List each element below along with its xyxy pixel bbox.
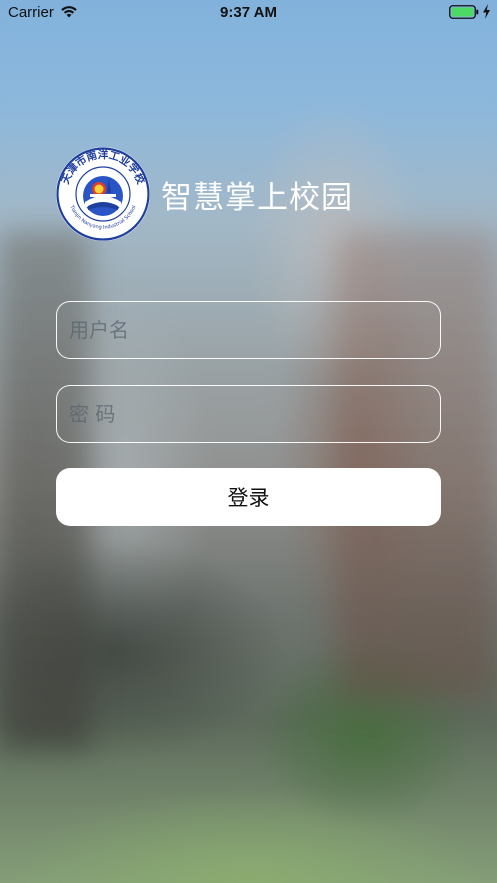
app-title: 智慧掌上校园 bbox=[161, 179, 353, 216]
password-input[interactable] bbox=[57, 386, 440, 442]
school-logo: 天津市南洋工业学校 Tianjin Nanyang Industrial Sch… bbox=[56, 147, 150, 241]
status-bar: Carrier 9:37 AM bbox=[0, 0, 497, 26]
username-input[interactable] bbox=[57, 302, 440, 358]
brand-header: 天津市南洋工业学校 Tianjin Nanyang Industrial Sch… bbox=[55, 146, 353, 242]
charging-bolt-icon bbox=[483, 4, 490, 19]
login-screen: Carrier 9:37 AM 天津市南洋工业学校 Tianjin Nanyan… bbox=[0, 0, 497, 883]
status-time: 9:37 AM bbox=[220, 4, 277, 21]
battery-icon bbox=[449, 5, 479, 19]
username-field[interactable] bbox=[56, 301, 441, 359]
password-field[interactable] bbox=[56, 385, 441, 443]
login-button[interactable]: 登录 bbox=[56, 468, 441, 526]
